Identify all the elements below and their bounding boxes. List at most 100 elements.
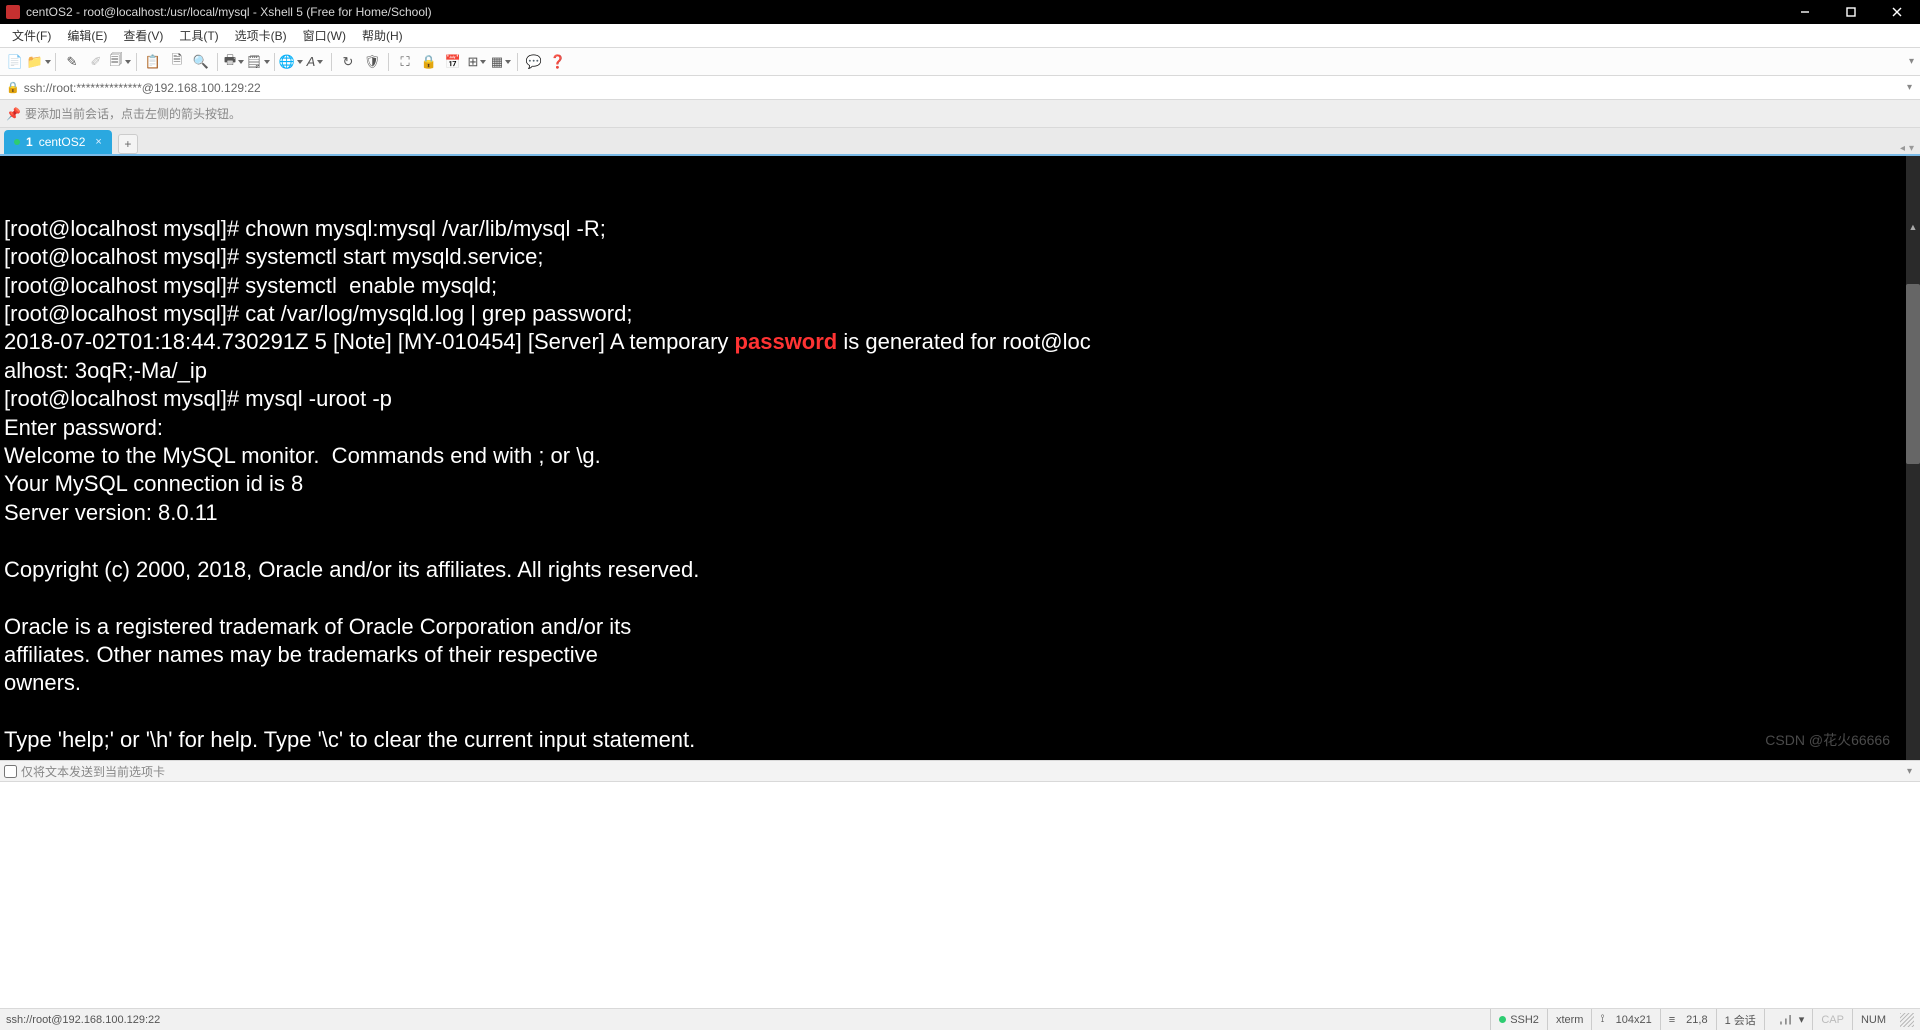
paste-icon[interactable]: 📋: [142, 51, 164, 73]
toolbar-overflow-icon[interactable]: ▾: [1909, 56, 1914, 67]
toolbar-sep: [388, 53, 389, 71]
address-url: ssh://root:**************@192.168.100.12…: [24, 81, 261, 95]
tab-strip: 1 centOS2 × + ◂ ▾: [0, 128, 1920, 156]
menu-view[interactable]: 查看(V): [115, 24, 171, 47]
terminal-line: [root@localhost mysql]# chown mysql:mysq…: [4, 215, 1916, 243]
lock-icon[interactable]: 🔒: [418, 51, 440, 73]
maximize-button[interactable]: [1828, 0, 1874, 24]
terminal-line: [root@localhost mysql]# cat /var/log/mys…: [4, 300, 1916, 328]
terminal-line: Type 'help;' or '\h' for help. Type '\c'…: [4, 726, 1916, 754]
tab-next-icon[interactable]: ▾: [1909, 143, 1914, 154]
terminal-line: Server version: 8.0.11: [4, 499, 1916, 527]
status-signal: ▾: [1764, 1009, 1813, 1030]
send-bar: 仅将文本发送到当前选项卡 ▾: [0, 760, 1920, 782]
log-icon[interactable]: 🗒: [247, 51, 269, 73]
hint-text: 要添加当前会话，点击左侧的箭头按钮。: [25, 105, 241, 122]
status-caps: CAP: [1812, 1009, 1852, 1030]
toolbar-sep: [217, 53, 218, 71]
status-connection: ssh://root@192.168.100.129:22: [6, 1014, 160, 1026]
window-controls: [1782, 0, 1920, 24]
date-icon[interactable]: 📅: [442, 51, 464, 73]
terminal-line: [4, 527, 1916, 555]
close-button[interactable]: [1874, 0, 1920, 24]
scrollbar[interactable]: ▲: [1906, 156, 1920, 760]
terminal-line: owners.: [4, 669, 1916, 697]
menu-file[interactable]: 文件(F): [4, 24, 59, 47]
status-size: ⟟ 104x21: [1591, 1009, 1659, 1030]
terminal-line: Welcome to the MySQL monitor. Commands e…: [4, 442, 1916, 470]
toolbar-sep: [55, 53, 56, 71]
dropdown-icon[interactable]: ▾: [1907, 766, 1912, 777]
print-icon[interactable]: 🖶: [223, 51, 245, 73]
title-bar: centOS2 - root@localhost:/usr/local/mysq…: [0, 0, 1920, 24]
minimize-button[interactable]: [1782, 0, 1828, 24]
addwin-icon[interactable]: ⊞: [466, 51, 488, 73]
font-icon[interactable]: A: [304, 51, 326, 73]
hint-bar: 📌 要添加当前会话，点击左侧的箭头按钮。: [0, 100, 1920, 128]
lock-icon: 🔒: [6, 81, 20, 94]
tab-index: 1: [26, 135, 33, 149]
dropdown-icon[interactable]: ▾: [1907, 82, 1912, 93]
refresh-icon[interactable]: ↻: [337, 51, 359, 73]
tab-centos2[interactable]: 1 centOS2 ×: [4, 130, 112, 154]
terminal-line: 2018-07-02T01:18:44.730291Z 5 [Note] [MY…: [4, 328, 1916, 356]
open-folder-icon[interactable]: 📁: [28, 51, 50, 73]
copy-icon[interactable]: 🗐: [109, 51, 131, 73]
terminal-line: Copyright (c) 2000, 2018, Oracle and/or …: [4, 556, 1916, 584]
send-label: 仅将文本发送到当前选项卡: [21, 763, 165, 780]
terminal-line: Enter password:: [4, 414, 1916, 442]
add-tab-button[interactable]: +: [118, 134, 138, 154]
terminal-line: [root@localhost mysql]# systemctl start …: [4, 243, 1916, 271]
menu-edit[interactable]: 编辑(E): [59, 24, 115, 47]
menu-window[interactable]: 窗口(W): [295, 24, 354, 47]
copy2-icon[interactable]: 🗎: [166, 51, 188, 73]
scroll-up-icon[interactable]: ▲: [1906, 213, 1920, 227]
resize-grip-icon[interactable]: [1900, 1013, 1914, 1027]
shield-icon[interactable]: 🛡: [361, 51, 383, 73]
status-num: NUM: [1852, 1009, 1894, 1030]
tile-icon[interactable]: ▦: [490, 51, 512, 73]
terminal-line: [root@localhost mysql]# mysql -uroot -p: [4, 385, 1916, 413]
status-ssh: SSH2: [1490, 1009, 1547, 1030]
scroll-thumb[interactable]: [1906, 284, 1920, 464]
terminal[interactable]: [root@localhost mysql]# chown mysql:mysq…: [0, 156, 1920, 760]
window-title: centOS2 - root@localhost:/usr/local/mysq…: [26, 5, 432, 19]
send-checkbox[interactable]: [4, 765, 17, 778]
pencil-icon[interactable]: ✐: [85, 51, 107, 73]
terminal-line: [root@localhost mysql]# systemctl enable…: [4, 272, 1916, 300]
menu-tools[interactable]: 工具(T): [171, 24, 226, 47]
status-term: xterm: [1547, 1009, 1592, 1030]
toolbar-sep: [517, 53, 518, 71]
terminal-line: alhost: 3oqR;-Ma/_ip: [4, 357, 1916, 385]
watermark: CSDN @花火66666: [1765, 726, 1890, 754]
terminal-line: Your MySQL connection id is 8: [4, 470, 1916, 498]
find-icon[interactable]: 🔍: [190, 51, 212, 73]
menu-bar: 文件(F) 编辑(E) 查看(V) 工具(T) 选项卡(B) 窗口(W) 帮助(…: [0, 24, 1920, 48]
app-icon: [6, 5, 20, 19]
toolbar: 📄 📁 ✎ ✐ 🗐 📋 🗎 🔍 🖶 🗒 🌐 A ↻ 🛡 ⛶ 🔒 📅 ⊞ ▦ 💬 …: [0, 48, 1920, 76]
edit-icon[interactable]: ✎: [61, 51, 83, 73]
address-bar[interactable]: 🔒 ssh://root:**************@192.168.100.…: [0, 76, 1920, 100]
terminal-line: Oracle is a registered trademark of Orac…: [4, 613, 1916, 641]
tab-prev-icon[interactable]: ◂: [1900, 143, 1905, 154]
led-icon: [1499, 1016, 1506, 1023]
terminal-line: affiliates. Other names may be trademark…: [4, 641, 1916, 669]
status-cursor: ≡ 21,8: [1660, 1009, 1716, 1030]
pin-icon[interactable]: 📌: [6, 107, 21, 121]
close-icon[interactable]: ×: [95, 136, 101, 148]
tab-label: centOS2: [39, 135, 86, 149]
new-session-icon[interactable]: 📄: [4, 51, 26, 73]
about-icon[interactable]: ❓: [547, 51, 569, 73]
toolbar-sep: [331, 53, 332, 71]
help-icon[interactable]: 💬: [523, 51, 545, 73]
terminal-line: [4, 698, 1916, 726]
status-bar: ssh://root@192.168.100.129:22 SSH2 xterm…: [0, 1008, 1920, 1030]
menu-help[interactable]: 帮助(H): [354, 24, 411, 47]
globe-icon[interactable]: 🌐: [280, 51, 302, 73]
toolbar-sep: [274, 53, 275, 71]
terminal-line: [4, 584, 1916, 612]
status-sessions: 1 会话: [1716, 1009, 1764, 1030]
status-dot-icon: [14, 139, 20, 145]
fullscreen-icon[interactable]: ⛶: [394, 51, 416, 73]
menu-tabs[interactable]: 选项卡(B): [227, 24, 295, 47]
